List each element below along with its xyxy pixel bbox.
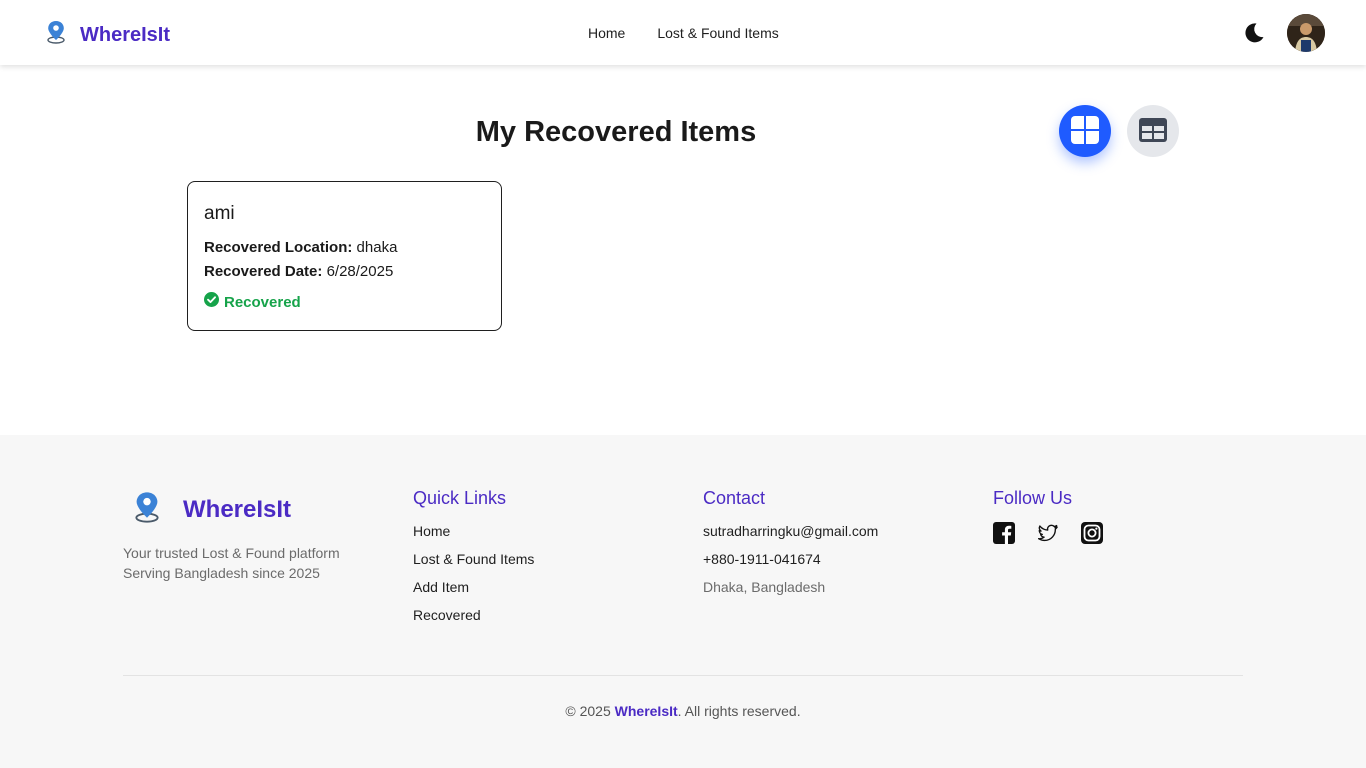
- user-avatar[interactable]: [1287, 14, 1325, 52]
- date-label: Recovered Date:: [204, 263, 323, 280]
- follow-heading: Follow Us: [993, 488, 1073, 508]
- item-date-row: Recovered Date: 6/28/2025: [204, 260, 485, 284]
- location-value: dhaka: [356, 239, 398, 256]
- status-text: Recovered: [224, 293, 301, 311]
- table-view-icon: [1139, 117, 1167, 145]
- footer: WhereIsIt Your trusted Lost & Found plat…: [0, 435, 1366, 768]
- tagline-line-1: Your trusted Lost & Found platform: [123, 545, 340, 561]
- quick-links-heading: Quick Links: [413, 488, 507, 508]
- map-pin-icon: [133, 491, 161, 528]
- moon-icon[interactable]: [1242, 21, 1266, 45]
- page-title: My Recovered Items: [475, 116, 757, 148]
- twitter-icon[interactable]: [1037, 522, 1059, 544]
- nav-lost-found-link[interactable]: Lost & Found Items: [657, 24, 778, 42]
- facebook-icon[interactable]: [993, 522, 1015, 544]
- navbar: WhereIsIt Home Lost & Found Items: [0, 0, 1366, 65]
- footer-brand: WhereIsIt: [133, 491, 291, 528]
- nav-home-link[interactable]: Home: [588, 24, 625, 42]
- copyright-brand: WhereIsIt: [614, 703, 678, 719]
- main-nav: Home Lost & Found Items: [588, 24, 779, 42]
- contact-heading: Contact: [703, 488, 766, 508]
- contact-address: Dhaka, Bangladesh: [703, 579, 826, 595]
- grid-view-button[interactable]: [1059, 105, 1111, 157]
- footer-link-home[interactable]: Home: [413, 522, 534, 540]
- footer-tagline: Your trusted Lost & Found platform Servi…: [123, 543, 340, 583]
- contact-email[interactable]: sutradharringku@gmail.com: [703, 522, 878, 540]
- footer-link-recovered[interactable]: Recovered: [413, 606, 534, 624]
- footer-brand-name: WhereIsIt: [183, 495, 292, 523]
- status-badge: Recovered: [204, 292, 485, 313]
- instagram-icon[interactable]: [1081, 522, 1103, 544]
- tagline-line-2: Serving Bangladesh since 2025: [123, 565, 320, 581]
- copyright-suffix: . All rights reserved.: [677, 703, 801, 719]
- quick-links-section: Quick Links Home Lost & Found Items Add …: [413, 487, 534, 634]
- copyright-prefix: © 2025: [565, 703, 615, 719]
- date-value: 6/28/2025: [326, 263, 394, 280]
- location-label: Recovered Location:: [204, 239, 353, 256]
- brand-name: WhereIsIt: [80, 23, 171, 46]
- footer-link-lost-found[interactable]: Lost & Found Items: [413, 550, 534, 568]
- footer-divider: [123, 675, 1243, 676]
- recovered-item-card: ami Recovered Location: dhaka Recovered …: [187, 181, 502, 331]
- contact-section: Contact sutradharringku@gmail.com +880-1…: [703, 487, 878, 606]
- contact-phone[interactable]: +880-1911-041674: [703, 550, 878, 568]
- item-title: ami: [204, 203, 235, 224]
- social-links: [993, 522, 1103, 544]
- brand-link[interactable]: WhereIsIt: [46, 20, 170, 49]
- check-circle-icon: [204, 292, 219, 313]
- item-location-row: Recovered Location: dhaka: [204, 236, 485, 260]
- footer-link-add-item[interactable]: Add Item: [413, 578, 534, 596]
- grid-view-icon: [1070, 115, 1100, 148]
- follow-section: Follow Us: [993, 487, 1103, 544]
- table-view-button[interactable]: [1127, 105, 1179, 157]
- map-pin-icon: [46, 20, 66, 49]
- copyright: © 2025 WhereIsIt. All rights reserved.: [0, 702, 1366, 720]
